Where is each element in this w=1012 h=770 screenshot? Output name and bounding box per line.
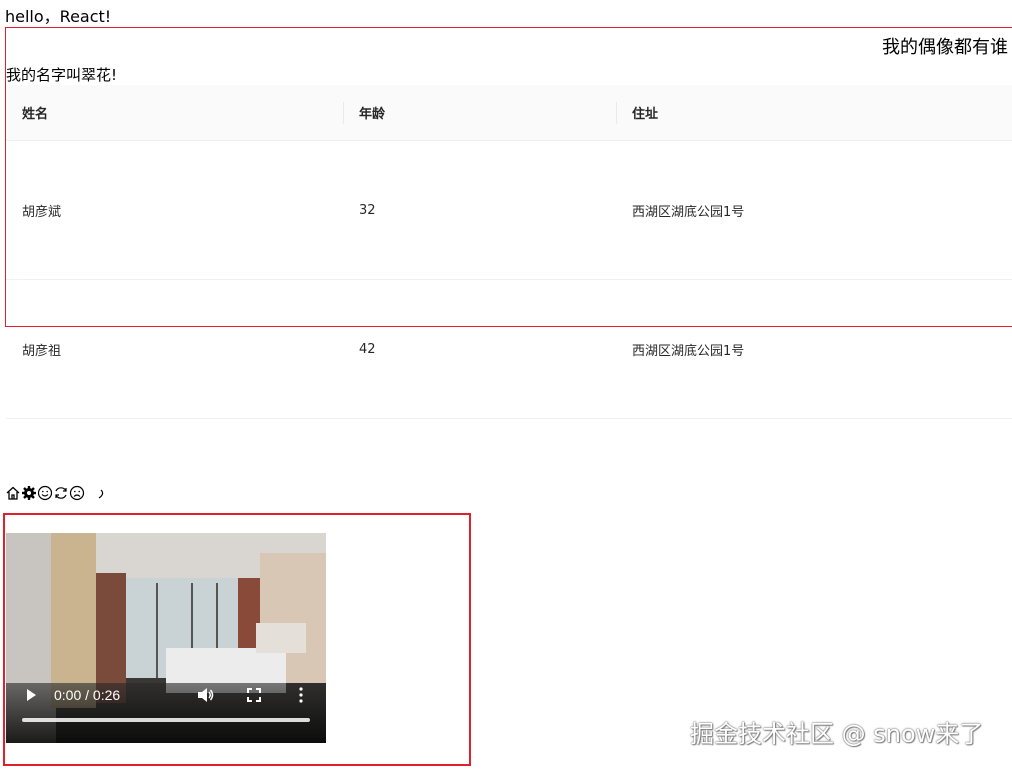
table-header: 姓名 年龄 住址 (6, 85, 1012, 141)
column-header-name[interactable]: 姓名 (6, 85, 343, 140)
cell-address: 西湖区湖底公园1号 (632, 204, 745, 220)
more-options-icon[interactable] (298, 686, 304, 704)
smile-icon (37, 485, 53, 501)
home-icon (5, 485, 21, 501)
greeting-text: hello，React! (5, 7, 112, 26)
play-icon[interactable] (24, 688, 38, 702)
column-header-age[interactable]: 年龄 (343, 85, 616, 140)
page: hello，React! 我的偶像都有谁 我的名字叫翠花! 姓名 年龄 住址 胡… (0, 0, 1012, 770)
name-text: 我的名字叫翠花! (6, 66, 118, 84)
fullscreen-icon[interactable] (247, 688, 261, 702)
video-player[interactable]: 0:00 / 0:26 (6, 533, 326, 743)
table-row[interactable]: 胡彦祖 42 西湖区湖底公园1号 (6, 280, 1012, 419)
cell-age: 42 (359, 341, 376, 357)
cell-name: 胡彦斌 (22, 204, 62, 220)
idol-heading: 我的偶像都有谁 (882, 37, 1008, 58)
cell-age: 32 (359, 202, 376, 218)
user-table: 姓名 年龄 住址 胡彦斌 32 西湖区湖底公园1号 胡彦祖 42 西湖区湖底公园… (6, 85, 1012, 419)
frown-icon (69, 485, 85, 501)
table-row[interactable]: 胡彦斌 32 西湖区湖底公园1号 (6, 141, 1012, 280)
icon-row (5, 484, 109, 502)
sync-icon (53, 485, 69, 501)
column-header-address[interactable]: 住址 (616, 85, 1012, 140)
cell-address: 西湖区湖底公园1号 (632, 343, 745, 359)
video-time: 0:00 / 0:26 (54, 687, 121, 703)
watermark-text: 掘金技术社区 @ snow来了 (690, 720, 984, 748)
video-progress-bar[interactable] (22, 718, 310, 722)
crescent-icon (93, 485, 109, 501)
cell-name: 胡彦祖 (22, 343, 62, 359)
volume-icon[interactable] (197, 687, 215, 703)
gear-icon (21, 485, 37, 501)
